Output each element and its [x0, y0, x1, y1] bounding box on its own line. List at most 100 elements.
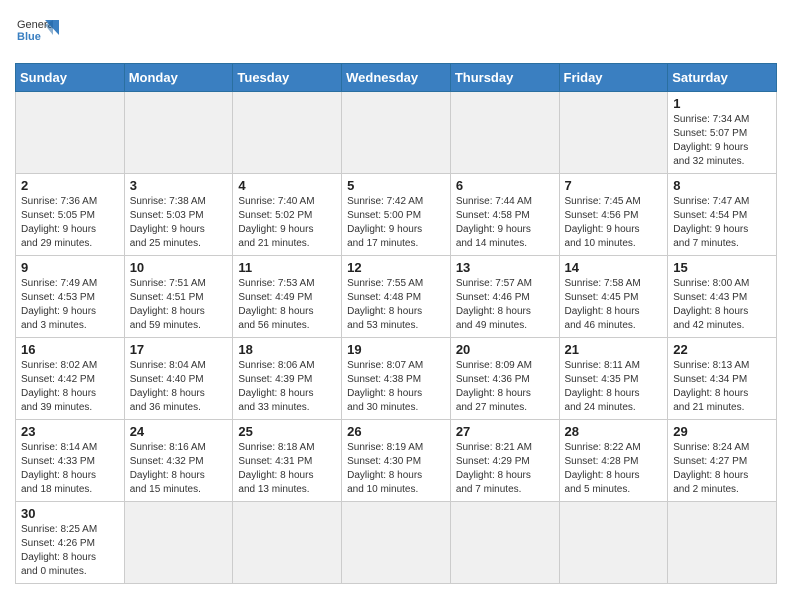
day-number: 2: [21, 178, 119, 193]
day-number: 9: [21, 260, 119, 275]
day-number: 23: [21, 424, 119, 439]
calendar-day-5: 5 Sunrise: 7:42 AM Sunset: 5:00 PM Daylig…: [342, 174, 451, 256]
calendar-day-29: 29Sunrise: 8:24 AM Sunset: 4:27 PM Dayli…: [668, 420, 777, 502]
weekday-header-wednesday: Wednesday: [342, 64, 451, 92]
day-info: Sunrise: 7:44 AM Sunset: 4:58 PM Dayligh…: [456, 195, 554, 251]
calendar-header: SundayMondayTuesdayWednesdayThursdayFrid…: [16, 64, 777, 92]
day-info: Sunrise: 7:55 AM Sunset: 4:48 PM Dayligh…: [347, 277, 445, 333]
day-number: 21: [565, 342, 663, 357]
calendar-day-14: 14 Sunrise: 7:58 AM Sunset: 4:45 PM Dayli…: [559, 256, 668, 338]
calendar-week-row: 9 Sunrise: 7:49 AM Sunset: 4:53 PM Daylig…: [16, 256, 777, 338]
calendar-week-row: 1Sunrise: 7:34 AM Sunset: 5:07 PM Daylig…: [16, 92, 777, 174]
day-number: 19: [347, 342, 445, 357]
calendar-week-row: 23Sunrise: 8:14 AM Sunset: 4:33 PM Dayli…: [16, 420, 777, 502]
header: General Blue: [15, 10, 777, 55]
day-info: Sunrise: 8:13 AM Sunset: 4:34 PM Dayligh…: [673, 359, 771, 415]
calendar-table: SundayMondayTuesdayWednesdayThursdayFrid…: [15, 63, 777, 584]
day-info: Sunrise: 7:40 AM Sunset: 5:02 PM Dayligh…: [238, 195, 336, 251]
weekday-header-saturday: Saturday: [668, 64, 777, 92]
calendar-week-row: 30Sunrise: 8:25 AM Sunset: 4:26 PM Dayli…: [16, 502, 777, 584]
day-number: 4: [238, 178, 336, 193]
calendar-empty-cell: [450, 502, 559, 584]
calendar-day-28: 28 Sunrise: 8:22 AM Sunset: 4:28 PM Dayli…: [559, 420, 668, 502]
calendar-empty-cell: [342, 92, 451, 174]
day-info: Sunrise: 7:38 AM Sunset: 5:03 PM Dayligh…: [130, 195, 228, 251]
calendar-empty-cell: [559, 92, 668, 174]
day-number: 20: [456, 342, 554, 357]
day-info: Sunrise: 8:06 AM Sunset: 4:39 PM Dayligh…: [238, 359, 336, 415]
calendar-empty-cell: [16, 92, 125, 174]
day-info: Sunrise: 7:51 AM Sunset: 4:51 PM Dayligh…: [130, 277, 228, 333]
day-number: 11: [238, 260, 336, 275]
calendar-day-27: 27Sunrise: 8:21 AM Sunset: 4:29 PM Dayli…: [450, 420, 559, 502]
day-info: Sunrise: 8:16 AM Sunset: 4:32 PM Dayligh…: [130, 441, 228, 497]
calendar-day-8: 8 Sunrise: 7:47 AM Sunset: 4:54 PM Daylig…: [668, 174, 777, 256]
day-info: Sunrise: 8:07 AM Sunset: 4:38 PM Dayligh…: [347, 359, 445, 415]
calendar-day-2: 2 Sunrise: 7:36 AM Sunset: 5:05 PM Daylig…: [16, 174, 125, 256]
logo: General Blue: [15, 10, 65, 55]
day-info: Sunrise: 8:00 AM Sunset: 4:43 PM Dayligh…: [673, 277, 771, 333]
weekday-header-row: SundayMondayTuesdayWednesdayThursdayFrid…: [16, 64, 777, 92]
day-info: Sunrise: 7:58 AM Sunset: 4:45 PM Dayligh…: [565, 277, 663, 333]
weekday-header-thursday: Thursday: [450, 64, 559, 92]
day-number: 24: [130, 424, 228, 439]
generalblue-logo-icon: General Blue: [15, 10, 65, 55]
calendar-day-17: 17Sunrise: 8:04 AM Sunset: 4:40 PM Dayli…: [124, 338, 233, 420]
day-info: Sunrise: 7:36 AM Sunset: 5:05 PM Dayligh…: [21, 195, 119, 251]
day-info: Sunrise: 8:09 AM Sunset: 4:36 PM Dayligh…: [456, 359, 554, 415]
day-info: Sunrise: 7:34 AM Sunset: 5:07 PM Dayligh…: [673, 113, 771, 169]
day-info: Sunrise: 8:18 AM Sunset: 4:31 PM Dayligh…: [238, 441, 336, 497]
day-info: Sunrise: 7:57 AM Sunset: 4:46 PM Dayligh…: [456, 277, 554, 333]
weekday-header-sunday: Sunday: [16, 64, 125, 92]
calendar-day-24: 24 Sunrise: 8:16 AM Sunset: 4:32 PM Dayli…: [124, 420, 233, 502]
calendar-empty-cell: [342, 502, 451, 584]
day-number: 30: [21, 506, 119, 521]
day-info: Sunrise: 7:45 AM Sunset: 4:56 PM Dayligh…: [565, 195, 663, 251]
day-info: Sunrise: 8:11 AM Sunset: 4:35 PM Dayligh…: [565, 359, 663, 415]
calendar-day-26: 26 Sunrise: 8:19 AM Sunset: 4:30 PM Dayli…: [342, 420, 451, 502]
day-number: 25: [238, 424, 336, 439]
day-number: 12: [347, 260, 445, 275]
weekday-header-monday: Monday: [124, 64, 233, 92]
day-number: 5: [347, 178, 445, 193]
calendar-day-10: 10 Sunrise: 7:51 AM Sunset: 4:51 PM Dayli…: [124, 256, 233, 338]
calendar-day-18: 18Sunrise: 8:06 AM Sunset: 4:39 PM Dayli…: [233, 338, 342, 420]
calendar-empty-cell: [233, 502, 342, 584]
day-info: Sunrise: 7:49 AM Sunset: 4:53 PM Dayligh…: [21, 277, 119, 333]
calendar-day-22: 22 Sunrise: 8:13 AM Sunset: 4:34 PM Dayli…: [668, 338, 777, 420]
calendar-day-21: 21 Sunrise: 8:11 AM Sunset: 4:35 PM Dayli…: [559, 338, 668, 420]
day-number: 8: [673, 178, 771, 193]
calendar-day-15: 15Sunrise: 8:00 AM Sunset: 4:43 PM Dayli…: [668, 256, 777, 338]
day-number: 22: [673, 342, 771, 357]
day-number: 14: [565, 260, 663, 275]
day-number: 16: [21, 342, 119, 357]
day-number: 17: [130, 342, 228, 357]
day-info: Sunrise: 8:22 AM Sunset: 4:28 PM Dayligh…: [565, 441, 663, 497]
day-number: 10: [130, 260, 228, 275]
calendar-day-7: 7Sunrise: 7:45 AM Sunset: 4:56 PM Daylig…: [559, 174, 668, 256]
calendar-empty-cell: [124, 92, 233, 174]
calendar-empty-cell: [124, 502, 233, 584]
calendar-day-19: 19 Sunrise: 8:07 AM Sunset: 4:38 PM Dayli…: [342, 338, 451, 420]
weekday-header-friday: Friday: [559, 64, 668, 92]
day-info: Sunrise: 8:19 AM Sunset: 4:30 PM Dayligh…: [347, 441, 445, 497]
calendar-day-20: 20 Sunrise: 8:09 AM Sunset: 4:36 PM Dayli…: [450, 338, 559, 420]
calendar-day-1: 1Sunrise: 7:34 AM Sunset: 5:07 PM Daylig…: [668, 92, 777, 174]
calendar-week-row: 16 Sunrise: 8:02 AM Sunset: 4:42 PM Dayli…: [16, 338, 777, 420]
weekday-header-tuesday: Tuesday: [233, 64, 342, 92]
calendar-day-25: 25 Sunrise: 8:18 AM Sunset: 4:31 PM Dayli…: [233, 420, 342, 502]
day-info: Sunrise: 8:21 AM Sunset: 4:29 PM Dayligh…: [456, 441, 554, 497]
calendar-day-9: 9 Sunrise: 7:49 AM Sunset: 4:53 PM Daylig…: [16, 256, 125, 338]
calendar-day-3: 3 Sunrise: 7:38 AM Sunset: 5:03 PM Daylig…: [124, 174, 233, 256]
day-number: 6: [456, 178, 554, 193]
day-info: Sunrise: 8:02 AM Sunset: 4:42 PM Dayligh…: [21, 359, 119, 415]
calendar-day-6: 6 Sunrise: 7:44 AM Sunset: 4:58 PM Daylig…: [450, 174, 559, 256]
day-number: 3: [130, 178, 228, 193]
calendar-empty-cell: [450, 92, 559, 174]
day-number: 26: [347, 424, 445, 439]
day-info: Sunrise: 7:42 AM Sunset: 5:00 PM Dayligh…: [347, 195, 445, 251]
day-info: Sunrise: 7:53 AM Sunset: 4:49 PM Dayligh…: [238, 277, 336, 333]
day-info: Sunrise: 7:47 AM Sunset: 4:54 PM Dayligh…: [673, 195, 771, 251]
calendar-day-4: 4 Sunrise: 7:40 AM Sunset: 5:02 PM Daylig…: [233, 174, 342, 256]
day-number: 28: [565, 424, 663, 439]
